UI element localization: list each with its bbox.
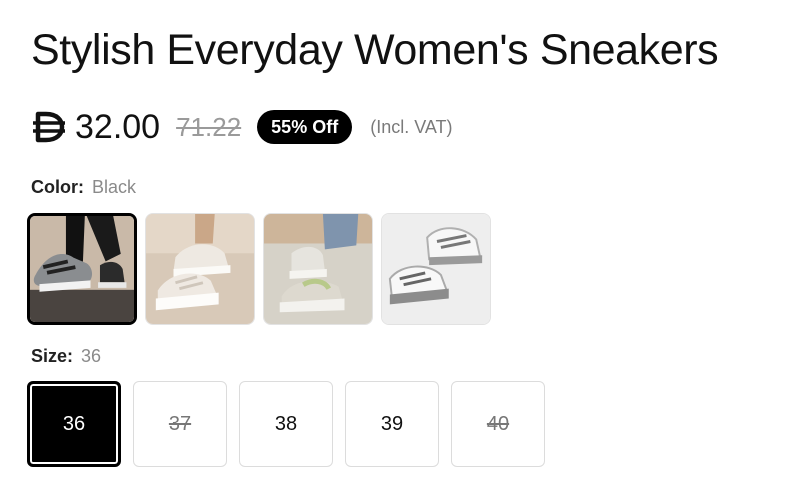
size-option-36[interactable]: 36 [27, 381, 121, 467]
sage-sneaker-image [264, 214, 372, 324]
size-label: Size: 36 [31, 346, 101, 367]
color-selected-value: Black [92, 177, 137, 197]
size-option-38[interactable]: 38 [239, 381, 333, 467]
product-title: Stylish Everyday Women's Sneakers [31, 26, 719, 74]
color-swatch-white-grey[interactable] [381, 213, 491, 325]
black-sneaker-image [30, 216, 134, 322]
current-price: 32.00 [75, 107, 161, 146]
color-label: Color: Black [31, 177, 136, 198]
dirham-icon [31, 110, 67, 144]
size-label-key: Size: [31, 346, 74, 366]
size-selected-value: 36 [81, 346, 102, 366]
original-price: 71.22 [176, 111, 242, 142]
beige-sneaker-image [146, 214, 254, 324]
white-grey-sneaker-image [382, 214, 490, 324]
color-label-key: Color: [31, 177, 84, 197]
discount-badge: 55% Off [257, 110, 353, 144]
color-swatch-list [27, 213, 499, 325]
size-option-39[interactable]: 39 [345, 381, 439, 467]
price-row: 32.00 71.22 55% Off (Incl. VAT) [31, 104, 453, 150]
color-swatch-black[interactable] [27, 213, 137, 325]
color-swatch-sage[interactable] [263, 213, 373, 325]
size-option-37[interactable]: 37 [133, 381, 227, 467]
vat-note: (Incl. VAT) [370, 116, 453, 137]
size-option-list: 36 37 38 39 40 [27, 381, 557, 467]
color-swatch-beige[interactable] [145, 213, 255, 325]
size-option-40[interactable]: 40 [451, 381, 545, 467]
